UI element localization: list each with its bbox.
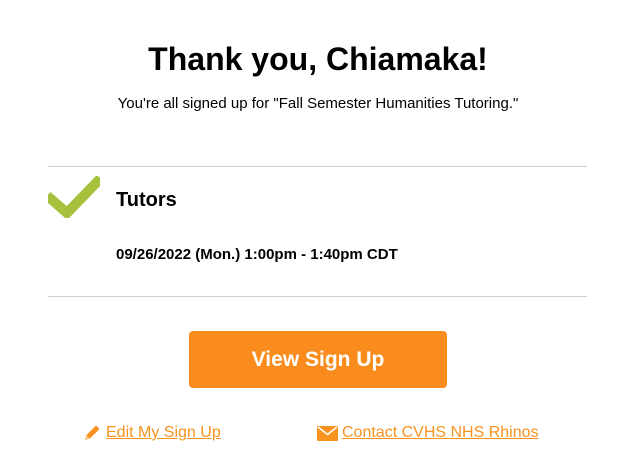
slot-title: Tutors	[116, 189, 177, 211]
view-sign-up-button[interactable]: View Sign Up	[189, 331, 447, 388]
pencil-icon	[85, 425, 100, 440]
divider	[48, 166, 587, 167]
page-title: Thank you, Chiamaka!	[148, 41, 488, 77]
divider	[48, 296, 587, 297]
slot-datetime: 09/26/2022 (Mon.) 1:00pm - 1:40pm CDT	[116, 246, 398, 263]
edit-my-sign-up-link[interactable]: Edit My Sign Up	[82, 422, 221, 444]
edit-link-label: Edit My Sign Up	[106, 424, 221, 441]
check-icon	[48, 176, 100, 218]
contact-link-label: Contact CVHS NHS Rhinos	[342, 424, 539, 441]
contact-organizer-link[interactable]: Contact CVHS NHS Rhinos	[317, 422, 539, 444]
envelope-icon	[317, 425, 338, 441]
signup-confirmation-text: You're all signed up for "Fall Semester …	[117, 95, 519, 112]
